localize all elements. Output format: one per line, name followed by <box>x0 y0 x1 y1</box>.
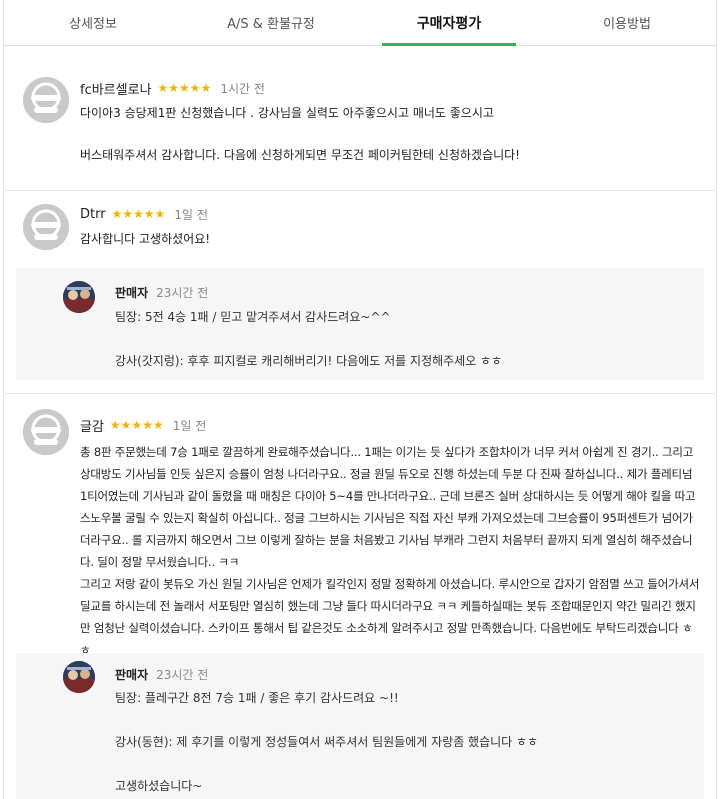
seller-avatar-icon <box>63 281 95 313</box>
tab-details[interactable]: 상세정보 <box>4 0 182 45</box>
review-time: 1일 전 <box>174 207 208 222</box>
reviewer-name: 글감 <box>80 419 104 435</box>
review-item: fc바르셀로나 ★★★★★ 1시간 전 다이아3 승당제1판 신청했습니다 . … <box>4 47 716 191</box>
seller-name: 판매자 <box>115 285 149 300</box>
reply-text: 팀장: 5전 4승 1패 / 믿고 맡겨주셔서 감사드려요~^^ 강사(갓지렁)… <box>115 310 503 368</box>
tab-buyer-reviews[interactable]: 구매자평가 <box>360 0 538 46</box>
seller-reply: 판매자 23시간 전 팀장: 플레구간 8전 7승 1패 / 좋은 후기 감사드… <box>16 653 704 799</box>
tab-how-to-use[interactable]: 이용방법 <box>538 0 716 45</box>
star-rating: ★★★★★ <box>111 207 166 221</box>
reviewer-name: fc바르셀로나 <box>80 82 152 98</box>
reply-time: 23시간 전 <box>156 285 209 300</box>
reply-time: 23시간 전 <box>156 667 209 682</box>
tab-bar: 상세정보 A/S & 환불규정 구매자평가 이용방법 <box>4 0 716 46</box>
review-item: 글감 ★★★★★ 1일 전 총 8판 주문했는데 7승 1패로 깔끔하게 완료해… <box>4 394 716 799</box>
user-avatar-icon <box>23 409 69 455</box>
reviewer-name: Dtrr <box>80 206 106 222</box>
review-page: 상세정보 A/S & 환불규정 구매자평가 이용방법 fc바르셀로나 ★★★★★… <box>3 0 717 799</box>
review-text: 감사합니다 고생하셨어요! <box>80 232 211 246</box>
seller-reply: 판매자 23시간 전 팀장: 5전 4승 1패 / 믿고 맡겨주셔서 감사드려요… <box>16 268 704 380</box>
seller-avatar-icon <box>63 661 95 693</box>
user-avatar-icon <box>23 204 69 250</box>
seller-name: 판매자 <box>115 667 149 682</box>
review-text: 다이아3 승당제1판 신청했습니다 . 강사님을 실력도 아주좋으시고 매너도 … <box>80 106 520 162</box>
review-text: 총 8판 주문했는데 7승 1패로 깔끔하게 완료해주셨습니다... 1패는 이… <box>80 445 700 657</box>
tab-as-refund-policy[interactable]: A/S & 환불규정 <box>182 0 360 45</box>
user-avatar-icon <box>23 77 69 123</box>
review-time: 1일 전 <box>172 418 207 433</box>
reply-text: 팀장: 플레구간 8전 7승 1패 / 좋은 후기 감사드려요 ~!! 강사(동… <box>115 691 539 793</box>
review-time: 1시간 전 <box>220 81 265 96</box>
star-rating: ★★★★★ <box>157 81 212 95</box>
star-rating: ★★★★★ <box>109 418 164 432</box>
review-item: Dtrr ★★★★★ 1일 전 감사합니다 고생하셨어요! 판매자 23시간 전… <box>4 191 716 394</box>
